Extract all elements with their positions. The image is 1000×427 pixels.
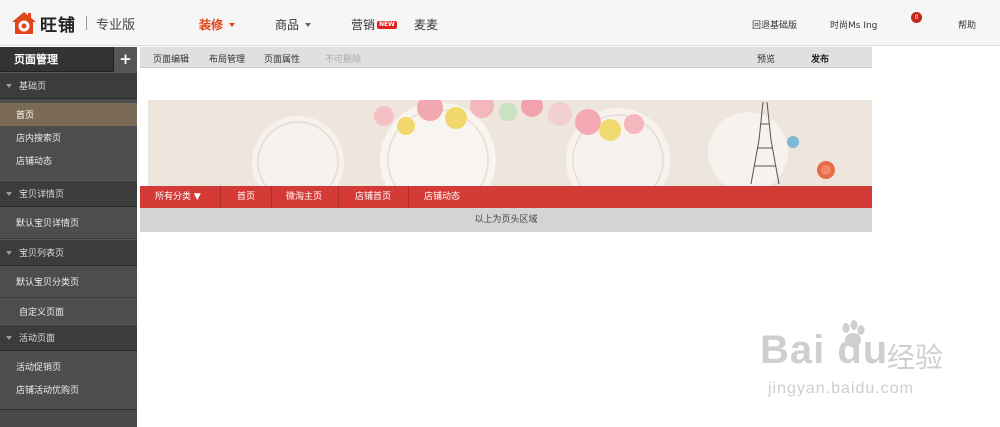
nav-maimai[interactable]: 麦麦 (414, 16, 438, 33)
nav-products[interactable]: 商品 (275, 16, 312, 33)
sidebar-group-label: 宝贝列表页 (19, 249, 65, 259)
nav-decorate-label: 装修 (199, 18, 224, 32)
nav-marketing[interactable]: 营销 NEW (351, 16, 397, 33)
sidebar-item-label: 店内搜索页 (16, 134, 62, 144)
sidebar-group-label: 宝贝详情页 (19, 190, 65, 200)
sidebar-group-label: 活动页面 (19, 334, 56, 344)
page-props-tab[interactable]: 页面属性 (264, 52, 300, 65)
sidebar-item-label: 活动促销页 (16, 363, 62, 373)
sidebar-item-shop-feed[interactable]: 店铺动态 (0, 149, 137, 172)
nav-divider (338, 186, 339, 208)
publish-button[interactable]: 发布 (811, 52, 829, 65)
sidebar-item-label: 自定义页面 (19, 307, 65, 318)
sidebar-group-label: 基础页 (19, 82, 47, 92)
all-categories-dropdown[interactable]: 所有分类 ▼ (155, 186, 201, 208)
sidebar-group-activity[interactable]: 活动页面 (0, 324, 137, 351)
chevron-down-icon (6, 83, 12, 88)
sidebar-item-default-category[interactable]: 默认宝贝分类页 (0, 266, 137, 298)
shopnav-weitao[interactable]: 微淘主页 (286, 186, 322, 208)
sidebar-item-label: 店铺动态 (16, 157, 53, 167)
preview-button[interactable]: 预览 (757, 52, 775, 65)
watermark-url: jingyan.baidu.com (768, 380, 914, 397)
top-header: 旺铺 专业版 装修 商品 营销 NEW 麦麦 回退基础版 时尚Ms Ing 0 … (0, 0, 1000, 46)
editor-toolbar: 页面编辑 布局管理 页面属性 不可删除 预览 发布 (140, 47, 872, 68)
sidebar-item-shop-activity[interactable]: 店铺活动优购页 (0, 378, 137, 401)
house-logo-icon (12, 12, 36, 34)
logo-text: 旺铺 (40, 15, 76, 36)
sidebar-item-default-detail[interactable]: 默认宝贝详情页 (0, 207, 137, 239)
shopnav-shop-feed[interactable]: 店铺动态 (424, 186, 460, 208)
message-count-badge[interactable]: 0 (911, 12, 922, 23)
sidebar-item-label: 店铺活动优购页 (16, 386, 80, 396)
sidebar-item-label: 默认宝贝分类页 (16, 278, 80, 288)
nav-divider (271, 186, 272, 208)
help-link[interactable]: 帮助 (958, 18, 976, 31)
nav-marketing-label: 营销 (351, 18, 376, 32)
shop-banner-image[interactable] (148, 100, 872, 186)
paw-icon (842, 320, 865, 347)
sidebar-header: 页面管理 + (0, 46, 137, 72)
page-management-sidebar: 页面管理 + 基础页 首页 店内搜索页 店铺动态 宝贝详情页 默认宝贝详情页 宝… (0, 46, 137, 427)
page-edit-tab[interactable]: 页面编辑 (153, 52, 189, 65)
sidebar-item-search-page[interactable]: 店内搜索页 (0, 126, 137, 149)
layout-manage-tab[interactable]: 布局管理 (209, 52, 245, 65)
watermark-brand: Bai du (760, 328, 889, 372)
nav-divider (408, 186, 409, 208)
new-badge: NEW (377, 20, 397, 29)
logo-divider (86, 16, 87, 30)
user-name[interactable]: 时尚Ms Ing (830, 18, 877, 31)
nav-decorate[interactable]: 装修 (199, 16, 236, 33)
sidebar-item-label: 默认宝贝详情页 (16, 219, 80, 229)
page-canvas: 所有分类 ▼ 首页 微淘主页 店铺首页 店铺动态 以上为页头区域 (140, 69, 872, 232)
sidebar-item-custom-page[interactable]: 自定义页面 (0, 298, 137, 324)
sidebar-item-promotion[interactable]: 活动促销页 (0, 355, 137, 378)
shop-navigation-bar: 所有分类 ▼ 首页 微淘主页 店铺首页 店铺动态 (140, 186, 872, 208)
sidebar-group-basic[interactable]: 基础页 (0, 72, 137, 99)
back-to-basic-link[interactable]: 回退基础版 (752, 18, 797, 31)
chevron-down-icon (6, 250, 12, 255)
header-area-tip: 以上为页头区域 (140, 208, 872, 232)
edition-label: 专业版 (96, 17, 136, 33)
chevron-down-icon (6, 191, 12, 196)
nav-products-label: 商品 (275, 18, 300, 32)
baidu-watermark: Bai du 经验 jingyan.baidu.com (760, 318, 980, 408)
nav-maimai-label: 麦麦 (414, 18, 439, 32)
chevron-down-icon (229, 22, 236, 27)
add-page-button[interactable]: + (113, 46, 137, 72)
sidebar-item-label: 首页 (16, 111, 35, 121)
chevron-down-icon (6, 335, 12, 340)
sidebar-group-item-detail[interactable]: 宝贝详情页 (0, 180, 137, 207)
sidebar-item-home[interactable]: 首页 (0, 103, 137, 126)
logo[interactable]: 旺铺 专业版 (11, 7, 135, 39)
shopnav-home[interactable]: 首页 (237, 186, 255, 208)
sidebar-group-item-list[interactable]: 宝贝列表页 (0, 239, 137, 266)
sidebar-title: 页面管理 (14, 53, 58, 66)
delete-disabled-label: 不可删除 (325, 55, 362, 65)
shopnav-shop-home[interactable]: 店铺首页 (355, 186, 391, 208)
nav-divider (220, 186, 221, 208)
chevron-down-icon (305, 22, 312, 27)
watermark-cn: 经验 (887, 341, 944, 374)
